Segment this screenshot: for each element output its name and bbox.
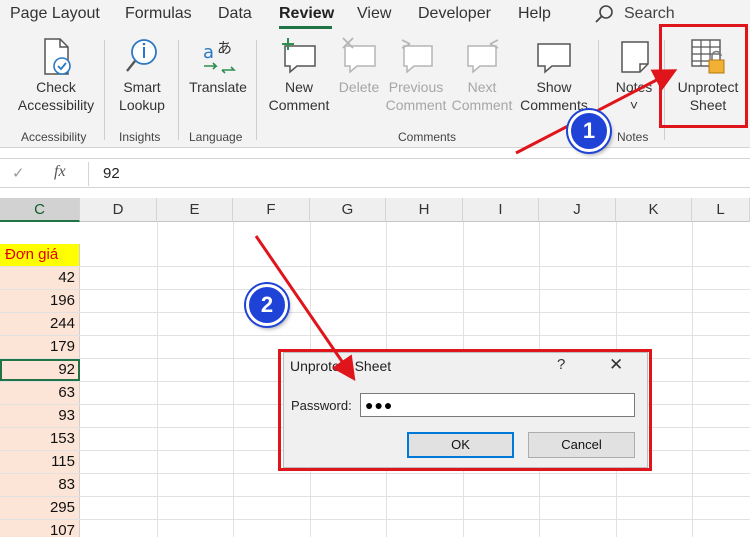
delete-comment-icon <box>342 37 376 74</box>
step-2-badge: 2 <box>246 284 288 326</box>
translate-icon: a あ <box>203 39 236 74</box>
new-comment-button[interactable]: New Comment <box>266 36 332 114</box>
function-icon[interactable]: fx <box>54 163 66 181</box>
column-header-l[interactable]: L <box>692 198 750 222</box>
smart-lookup-button[interactable]: Smart Lookup <box>114 36 170 114</box>
table-cell[interactable]: 63 <box>0 382 80 404</box>
table-row: 295 <box>0 497 750 520</box>
search-label: Search <box>624 5 675 22</box>
table-row: 42 <box>0 267 750 290</box>
tab-formulas[interactable]: Formulas <box>125 5 192 23</box>
check-accessibility-button[interactable]: Check Accessibility <box>14 36 98 114</box>
active-cell[interactable]: 92 <box>0 359 80 381</box>
step-1-badge: 1 <box>568 110 610 152</box>
table-row: 244 <box>0 313 750 336</box>
notes-icon <box>621 41 649 73</box>
table-cell[interactable]: 93 <box>0 405 80 427</box>
translate-button[interactable]: a あ Translate <box>188 36 248 96</box>
formula-input[interactable]: 92 <box>103 165 120 182</box>
show-comments-button[interactable]: Show Comments <box>518 36 590 114</box>
search-box[interactable]: Search <box>594 4 675 24</box>
column-header-h[interactable]: H <box>386 198 463 222</box>
column-header-k[interactable]: K <box>616 198 692 222</box>
group-label-language: Language <box>189 130 243 144</box>
group-label-insights: Insights <box>119 130 161 144</box>
table-cell[interactable]: 107 <box>0 520 80 537</box>
group-separator <box>104 40 105 140</box>
previous-comment-icon <box>401 39 433 74</box>
highlight-box-unprotect <box>659 24 748 128</box>
table-row: Đơn giá <box>0 244 750 267</box>
new-comment-icon <box>282 38 316 74</box>
table-row: 83 <box>0 474 750 497</box>
next-comment-icon <box>467 39 499 74</box>
next-comment-button[interactable]: Next Comment <box>451 36 513 114</box>
group-separator <box>178 40 179 140</box>
table-row: 107 <box>0 520 750 537</box>
previous-comment-button[interactable]: Previous Comment <box>385 36 447 114</box>
active-tab-indicator <box>279 26 332 29</box>
svg-text:a: a <box>203 42 214 63</box>
table-cell[interactable]: 42 <box>0 267 80 289</box>
group-label-comments: Comments <box>398 130 457 144</box>
ribbon-tab-bar: Page Layout Formulas Data Review View De… <box>0 0 750 30</box>
checkmark-icon[interactable]: ✓ <box>12 164 25 182</box>
column-header-c[interactable]: C <box>0 198 80 222</box>
formula-bar: ✓ fx 92 <box>0 158 750 188</box>
tab-data[interactable]: Data <box>218 5 252 23</box>
column-header-g[interactable]: G <box>310 198 386 222</box>
column-header-d[interactable]: D <box>80 198 157 222</box>
tab-review[interactable]: Review <box>279 5 334 23</box>
notes-button[interactable]: Notes ˅ <box>608 36 660 114</box>
table-cell[interactable]: 153 <box>0 428 80 450</box>
group-label-notes: Notes <box>617 130 649 144</box>
table-cell[interactable]: 196 <box>0 290 80 312</box>
column-header-f[interactable]: F <box>233 198 310 222</box>
search-icon <box>595 5 613 23</box>
tab-developer[interactable]: Developer <box>418 5 491 23</box>
table-cell[interactable]: 295 <box>0 497 80 519</box>
table-cell[interactable]: 115 <box>0 451 80 473</box>
column-header-j[interactable]: J <box>539 198 616 222</box>
show-comments-icon <box>537 43 571 74</box>
table-row: 196 <box>0 290 750 313</box>
group-label-accessibility: Accessibility <box>21 130 87 144</box>
header-cell[interactable]: Đơn giá <box>0 244 80 266</box>
tab-page-layout[interactable]: Page Layout <box>10 5 100 23</box>
svg-text:あ: あ <box>217 39 232 57</box>
column-header-e[interactable]: E <box>157 198 233 222</box>
group-separator <box>256 40 257 140</box>
tab-help[interactable]: Help <box>518 5 551 23</box>
highlight-box-dialog <box>278 349 652 471</box>
formula-bar-divider <box>88 162 89 186</box>
accessibility-check-icon <box>44 38 71 75</box>
tab-view[interactable]: View <box>357 5 391 23</box>
column-header-i[interactable]: I <box>463 198 539 222</box>
smart-lookup-icon <box>126 39 157 72</box>
table-cell[interactable]: 179 <box>0 336 80 358</box>
table-cell[interactable]: 83 <box>0 474 80 496</box>
chevron-down-icon: ˅ <box>629 97 639 113</box>
table-cell[interactable]: 244 <box>0 313 80 335</box>
delete-comment-button[interactable]: Delete <box>336 36 382 96</box>
